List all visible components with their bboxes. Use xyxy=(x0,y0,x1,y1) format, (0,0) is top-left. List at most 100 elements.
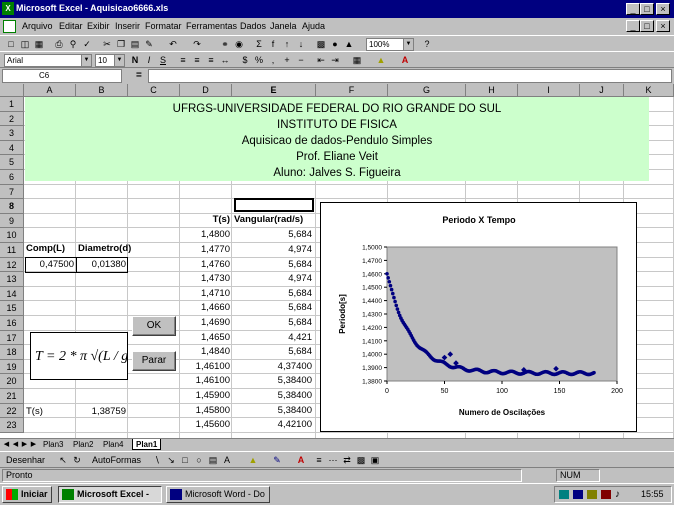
print-icon[interactable]: ⎙ xyxy=(52,38,66,50)
row-header[interactable]: 4 xyxy=(0,140,24,156)
excel-app-icon[interactable]: X xyxy=(2,2,14,15)
borders-icon[interactable]: ▦ xyxy=(350,54,364,66)
line-style-icon[interactable]: ≡ xyxy=(312,454,326,466)
cell-angular-velocity-value[interactable]: 4,37400 xyxy=(234,361,312,373)
column-header[interactable]: G xyxy=(388,84,466,97)
row-header[interactable]: 11 xyxy=(0,243,24,258)
row-header[interactable]: 23 xyxy=(0,418,24,433)
menu-ajuda[interactable]: Ajuda xyxy=(302,21,325,31)
cell-period-value[interactable]: 1,4660 xyxy=(180,302,230,314)
decrease-decimal-icon[interactable]: − xyxy=(294,54,308,66)
preview-icon[interactable]: ⚲ xyxy=(66,38,80,50)
row-header[interactable]: 14 xyxy=(0,286,24,302)
cell-period-value[interactable]: 1,4770 xyxy=(180,244,230,256)
tray-app2-icon[interactable] xyxy=(601,490,611,499)
cell-angular-velocity-value[interactable]: 5,684 xyxy=(234,229,312,241)
language-icon[interactable] xyxy=(573,490,583,499)
cell-angular-velocity-value[interactable]: 5,684 xyxy=(234,288,312,300)
cell-angular-velocity-value[interactable]: 4,974 xyxy=(234,244,312,256)
chevron-down-icon[interactable]: ▼ xyxy=(114,55,124,66)
active-cell-e8[interactable] xyxy=(234,198,314,212)
worksheet-grid[interactable]: ABCDEFGHIJK 1 2 3 4 5 6 7 8 9 10 11 12 13 14 15 16 17 18 1… xyxy=(0,84,674,438)
clock[interactable]: 15:55 xyxy=(641,489,664,499)
row-header[interactable]: 13 xyxy=(0,272,24,287)
network-icon[interactable] xyxy=(559,490,569,499)
copy-icon[interactable]: ❐ xyxy=(114,38,128,50)
column-header[interactable]: F xyxy=(316,84,388,97)
font-color-icon[interactable]: A xyxy=(398,54,412,66)
row-header[interactable]: 20 xyxy=(0,374,24,389)
cell-period-value[interactable]: 1,4840 xyxy=(180,346,230,358)
align-left-icon[interactable]: ≡ xyxy=(176,54,190,66)
new-icon[interactable]: □ xyxy=(4,38,18,50)
draw-fill-color-icon[interactable]: ▲ xyxy=(246,454,260,466)
spelling-icon[interactable]: ✓ xyxy=(80,38,94,50)
row-header[interactable]: 12 xyxy=(0,257,24,273)
menu-arquivo[interactable]: Arquivo xyxy=(22,21,53,31)
chevron-down-icon[interactable]: ▼ xyxy=(403,39,413,50)
minimize-button[interactable]: _ xyxy=(626,3,640,15)
volume-icon[interactable]: ♪ xyxy=(615,489,620,500)
period-vs-oscillation-chart[interactable]: Periodo X Tempo Numero de Oscilações Perio… xyxy=(320,202,637,432)
row-header[interactable]: 9 xyxy=(0,213,24,229)
row-header[interactable]: 19 xyxy=(0,359,24,375)
increase-decimal-icon[interactable]: + xyxy=(280,54,294,66)
draw-menu[interactable]: Desenhar xyxy=(6,455,45,465)
cell-period-value[interactable]: 1,4690 xyxy=(180,317,230,329)
row-header[interactable]: 3 xyxy=(0,126,24,141)
underline-button[interactable]: S xyxy=(156,54,170,66)
cell-angular-velocity-value[interactable]: 5,684 xyxy=(234,346,312,358)
textbox-icon[interactable]: ▤ xyxy=(206,454,220,466)
sort-asc-icon[interactable]: ↑ xyxy=(280,38,294,50)
row-header[interactable]: 7 xyxy=(0,184,24,200)
row-header[interactable]: 22 xyxy=(0,403,24,419)
font-select[interactable]: Arial ▼ xyxy=(4,54,92,67)
cell-e9[interactable]: Vangular(rad/s) xyxy=(234,214,314,226)
zoom-select[interactable]: 100% ▼ xyxy=(366,38,414,51)
close-button[interactable]: × xyxy=(656,3,670,15)
parar-button[interactable]: Parar xyxy=(132,351,176,371)
autoshapes-menu[interactable]: AutoFormas xyxy=(92,455,141,465)
formula-input[interactable] xyxy=(148,69,672,83)
cell-period-value[interactable]: 1,46100 xyxy=(180,361,230,373)
row-header[interactable]: 10 xyxy=(0,228,24,243)
line-color-icon[interactable]: ✎ xyxy=(270,454,284,466)
shadow-icon[interactable]: ▩ xyxy=(354,454,368,466)
row-header[interactable]: 15 xyxy=(0,301,24,316)
cell-angular-velocity-value[interactable]: 5,684 xyxy=(234,317,312,329)
cell-period-value[interactable]: 1,45900 xyxy=(180,390,230,402)
menu-exibir[interactable]: Exibir xyxy=(87,21,110,31)
row-header[interactable]: 1 xyxy=(0,97,24,112)
workbook-icon[interactable] xyxy=(3,20,16,33)
cell-b12[interactable]: 0,01380 xyxy=(78,259,126,271)
cell-period-value[interactable]: 1,45600 xyxy=(180,419,230,431)
cell-b22[interactable]: 1,38759 xyxy=(78,406,126,418)
column-header[interactable]: J xyxy=(580,84,624,97)
task-word[interactable]: Microsoft Word - Do xyxy=(166,486,270,503)
oval-icon[interactable]: ○ xyxy=(192,454,206,466)
cell-angular-velocity-value[interactable]: 5,38400 xyxy=(234,405,312,417)
tray-app-icon[interactable] xyxy=(587,490,597,499)
align-right-icon[interactable]: ≡ xyxy=(204,54,218,66)
cell-angular-velocity-value[interactable]: 5,38400 xyxy=(234,375,312,387)
tab-plan3[interactable]: Plan3 xyxy=(40,439,66,450)
cell-angular-velocity-value[interactable]: 4,421 xyxy=(234,332,312,344)
row-header[interactable]: 18 xyxy=(0,345,24,360)
cut-icon[interactable]: ✂ xyxy=(100,38,114,50)
name-box[interactable]: C6 xyxy=(2,69,122,83)
cell-period-value[interactable]: 1,4650 xyxy=(180,332,230,344)
last-sheet-icon[interactable]: ▶ xyxy=(29,440,38,450)
row-header[interactable]: 16 xyxy=(0,316,24,331)
cell-angular-velocity-value[interactable]: 5,684 xyxy=(234,302,312,314)
formula-equals[interactable]: = xyxy=(136,70,142,81)
row-header[interactable]: 17 xyxy=(0,330,24,346)
3d-icon[interactable]: ▣ xyxy=(368,454,382,466)
start-button[interactable]: Iniciar xyxy=(2,486,52,503)
help-icon[interactable]: ? xyxy=(420,38,434,50)
redo-icon[interactable]: ↷ xyxy=(190,38,204,50)
drawing-icon[interactable]: ▲ xyxy=(342,38,356,50)
draw-font-color-icon[interactable]: A xyxy=(294,454,308,466)
column-header[interactable]: B xyxy=(76,84,128,97)
function-icon[interactable]: f xyxy=(266,38,280,50)
merge-center-icon[interactable]: ↔ xyxy=(218,54,232,66)
